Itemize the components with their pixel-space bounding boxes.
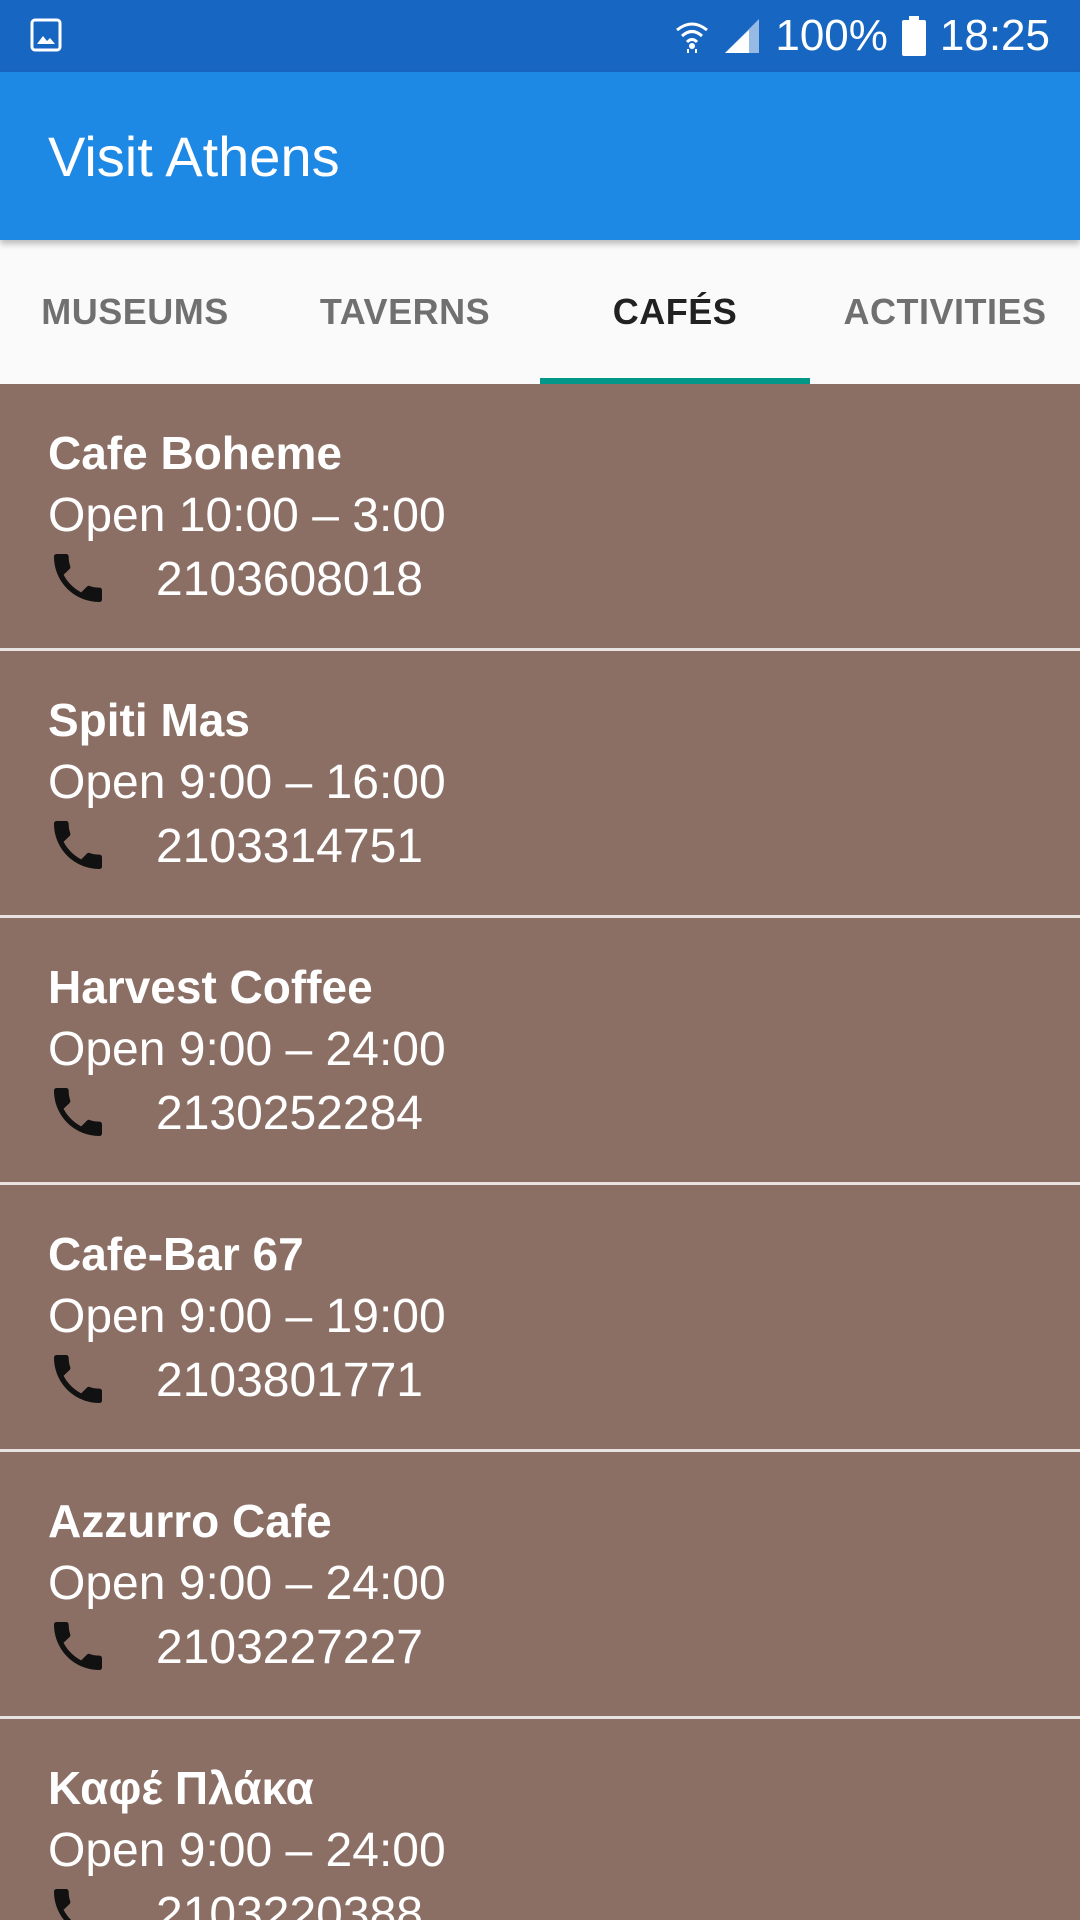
cafe-name: Azzurro Cafe (48, 1495, 332, 1547)
tab-label: CAFÉS (612, 291, 738, 332)
cafe-hours: Open 10:00 – 3:00 (48, 489, 446, 542)
phone-icon (46, 1080, 110, 1144)
cafe-phone[interactable]: 2103227227 (156, 1620, 423, 1675)
cafe-list[interactable]: Cafe Boheme Open 10:00 – 3:00 2103608018… (0, 384, 1080, 1920)
phone-icon (46, 813, 110, 877)
cafe-name: Spiti Mas (48, 694, 250, 746)
tab-taverns[interactable]: TAVERNS (270, 240, 540, 384)
app-bar: Visit Athens (0, 72, 1080, 240)
battery-percent: 100% (775, 11, 888, 60)
cafe-hours: Open 9:00 – 24:00 (48, 1023, 446, 1076)
list-item[interactable]: Spiti Mas Open 9:00 – 16:00 2103314751 (0, 651, 1080, 918)
tab-label: MUSEUMS (41, 291, 229, 332)
cafe-phone[interactable]: 2103801771 (156, 1353, 423, 1408)
phone-icon (46, 1881, 110, 1920)
cafe-hours: Open 9:00 – 24:00 (48, 1824, 446, 1877)
tab-label: TAVERNS (319, 291, 491, 332)
tab-label: ACTIVITIES (843, 291, 1047, 332)
tab-bar: MUSEUMS TAVERNS CAFÉS ACTIVITIES (0, 240, 1080, 384)
phone-icon (46, 1347, 110, 1411)
cafe-name: Cafe Boheme (48, 427, 342, 479)
cafe-phone[interactable]: 2103608018 (156, 552, 423, 607)
phone-icon (46, 546, 110, 610)
signal-icon (723, 17, 761, 55)
status-bar: 100% 18:25 (0, 0, 1080, 72)
cafe-hours: Open 9:00 – 19:00 (48, 1290, 446, 1343)
list-item[interactable]: Cafe Boheme Open 10:00 – 3:00 2103608018 (0, 384, 1080, 651)
app-title: Visit Athens (48, 125, 340, 188)
image-notification-icon (30, 18, 62, 52)
tab-cafes[interactable]: CAFÉS (540, 240, 810, 384)
cafe-phone[interactable]: 2103314751 (156, 819, 423, 874)
battery-icon (901, 16, 926, 56)
cafe-hours: Open 9:00 – 16:00 (48, 756, 446, 809)
cafe-hours: Open 9:00 – 24:00 (48, 1557, 446, 1610)
cafe-name: Harvest Coffee (48, 961, 373, 1013)
list-item[interactable]: Cafe-Bar 67 Open 9:00 – 19:00 2103801771 (0, 1185, 1080, 1452)
list-item[interactable]: Azzurro Cafe Open 9:00 – 24:00 210322722… (0, 1452, 1080, 1719)
cafe-name: Καφέ Πλάκα (48, 1762, 314, 1814)
wifi-icon (675, 18, 709, 54)
clock: 18:25 (939, 11, 1050, 60)
tab-activities[interactable]: ACTIVITIES (810, 240, 1080, 384)
list-item[interactable]: Harvest Coffee Open 9:00 – 24:00 2130252… (0, 918, 1080, 1185)
tab-indicator (540, 378, 810, 384)
cafe-phone[interactable]: 2103220388 (156, 1887, 423, 1920)
cafe-name: Cafe-Bar 67 (48, 1228, 304, 1280)
list-item[interactable]: Καφέ Πλάκα Open 9:00 – 24:00 2103220388 (0, 1719, 1080, 1920)
phone-icon (46, 1614, 110, 1678)
tab-museums[interactable]: MUSEUMS (0, 240, 270, 384)
cafe-phone[interactable]: 2130252284 (156, 1086, 423, 1141)
